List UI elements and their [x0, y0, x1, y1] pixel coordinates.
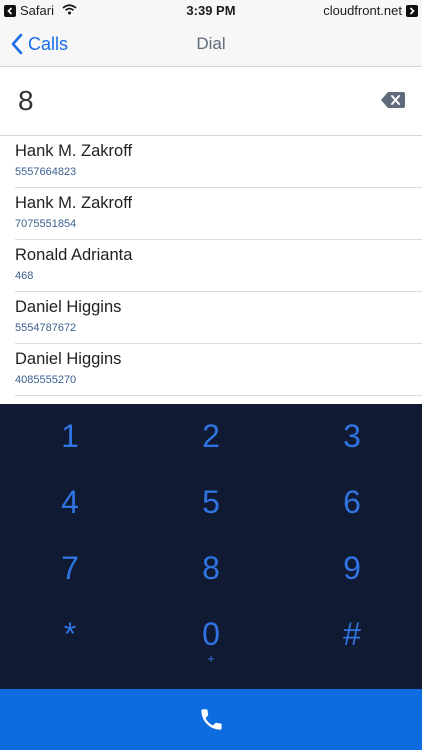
contact-name: Hank M. Zakroff	[15, 194, 133, 212]
status-right: cloudfront.net	[323, 3, 418, 18]
contact-name: Daniel Higgins	[15, 298, 122, 316]
contact-number: 7075551854	[15, 218, 77, 230]
key-digit: 9	[343, 550, 361, 586]
dialed-number: 8	[18, 85, 34, 116]
key-digit: 6	[343, 484, 361, 520]
key-4[interactable]: 4	[0, 470, 140, 536]
phone-icon	[201, 709, 222, 730]
key-digit: 2	[202, 418, 220, 454]
contact-number: 5554787672	[15, 322, 77, 334]
key-8[interactable]: 8	[141, 536, 281, 602]
contact-name: Hank M. Zakroff	[15, 142, 133, 160]
key-digit: 3	[343, 418, 361, 454]
contact-result[interactable]: Ronald Adrianta 468	[15, 240, 422, 292]
status-bar: Safari 3:39 PM cloudfront.net	[0, 0, 422, 22]
page-title: Dial	[196, 34, 226, 53]
contact-name: Daniel Higgins	[15, 350, 122, 368]
key-9[interactable]: 9	[282, 536, 422, 602]
contact-number: 4085555270	[15, 374, 77, 386]
contact-result[interactable]: Daniel Higgins 4085555270	[15, 344, 422, 396]
key-1[interactable]: 1	[0, 404, 140, 470]
contact-results: Hank M. Zakroff 5557664823 Hank M. Zakro…	[0, 136, 422, 404]
backspace-button[interactable]	[380, 89, 406, 111]
forward-chip-icon[interactable]	[406, 4, 418, 17]
key-0[interactable]: 0 +	[141, 602, 281, 668]
key-digit: 0	[202, 616, 220, 652]
key-digit: 1	[61, 418, 79, 454]
contact-name: Ronald Adrianta	[15, 246, 133, 264]
site-label: cloudfront.net	[323, 3, 402, 18]
backspace-icon	[381, 92, 405, 108]
contact-number: 5557664823	[15, 166, 77, 178]
contact-result[interactable]: Daniel Higgins 5554787672	[15, 292, 422, 344]
key-digit: *	[63, 616, 77, 652]
key-hash[interactable]: #	[282, 602, 422, 668]
call-button[interactable]	[0, 689, 422, 750]
key-2[interactable]: 2	[141, 404, 281, 470]
contact-result[interactable]: Hank M. Zakroff 7075551854	[15, 188, 422, 240]
key-digit: 5	[202, 484, 220, 520]
key-digit: #	[343, 616, 361, 652]
key-plus-label: +	[207, 651, 215, 666]
keypad: 1 2 3 4 5 6 7 8 9 * 0 + #	[0, 404, 422, 689]
key-digit: 7	[61, 550, 79, 586]
key-5[interactable]: 5	[141, 470, 281, 536]
contact-number: 468	[15, 270, 34, 282]
contact-result[interactable]: Hank M. Zakroff 5557664823	[15, 136, 422, 188]
key-digit: 8	[202, 550, 220, 586]
key-digit: 4	[61, 484, 79, 520]
key-6[interactable]: 6	[282, 470, 422, 536]
key-star[interactable]: *	[0, 602, 140, 668]
key-3[interactable]: 3	[282, 404, 422, 470]
dial-display: 8	[0, 67, 422, 136]
key-7[interactable]: 7	[0, 536, 140, 602]
nav-bar: Calls Dial	[0, 22, 422, 67]
